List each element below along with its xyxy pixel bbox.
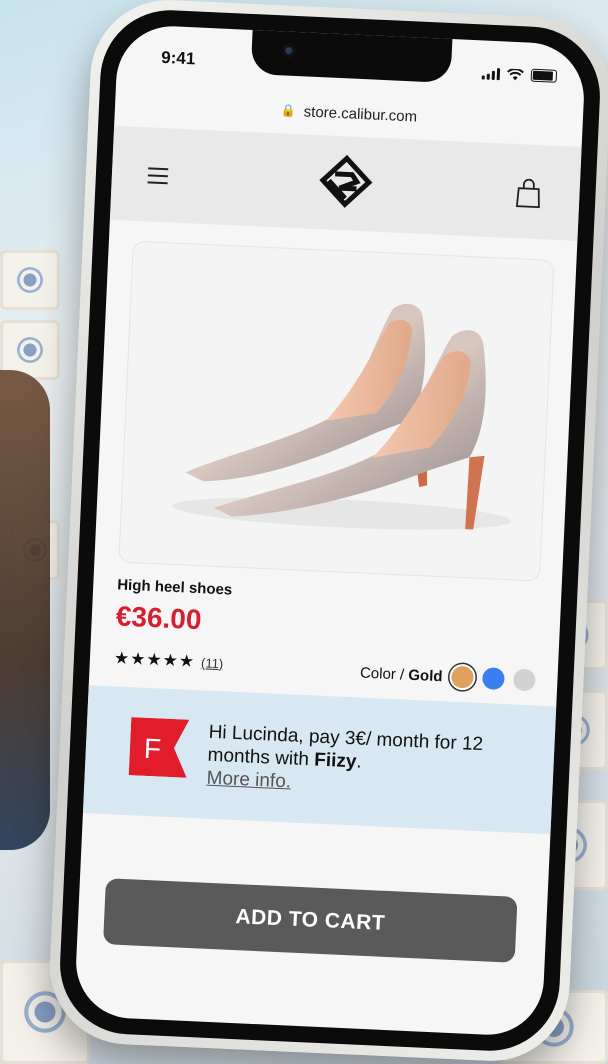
background-person [0,370,50,850]
color-swatch-grey[interactable] [512,668,536,692]
status-time: 9:41 [160,47,196,69]
phone-notch [250,27,453,84]
site-header [109,125,582,241]
fiizy-logo-icon: F [128,717,190,778]
selected-color-name: Gold [407,666,443,685]
color-swatch-blue[interactable] [481,667,505,691]
product-price: €36.00 [115,600,203,636]
status-icons [481,66,558,83]
color-picker: Color / Gold [360,662,536,692]
cellular-signal-icon [481,67,501,81]
high-heel-shoes-image [171,303,512,530]
color-label: Color / Gold [359,664,443,685]
star-rating-icon: ★★★★★ [113,648,196,672]
review-count-link[interactable]: (11) [201,655,224,671]
product-info: High heel shoes €36.00 ★★★★★ (11) Color … [89,561,562,700]
phone-screen: 9:41 🔒 store.calibur.com High heel shoes… [73,23,587,1038]
color-swatch-gold[interactable] [450,665,474,689]
lock-icon: 🔒 [280,103,297,119]
decorative-tile [0,250,60,310]
add-to-cart-button[interactable]: ADD TO CART [103,878,518,963]
front-camera [281,43,297,58]
product-image[interactable] [118,240,555,582]
battery-icon [530,68,558,83]
brand-logo-icon[interactable] [317,153,374,213]
fiizy-brand-name: Fiizy [313,749,357,773]
phone-bezel: 9:41 🔒 store.calibur.com High heel shoes… [57,7,603,1054]
product-name: High heel shoes [116,576,233,599]
hamburger-menu-icon[interactable] [147,167,169,189]
financing-message: Hi Lucinda, pay 3€/ month for 12 months … [206,721,484,794]
url-text: store.calibur.com [303,102,418,126]
shopping-bag-icon[interactable] [515,178,542,209]
phone-device: 9:41 🔒 store.calibur.com High heel shoes… [46,0,608,1064]
product-rating[interactable]: ★★★★★ (11) [114,648,224,673]
more-info-link[interactable]: More info. [206,767,291,794]
svg-text:F: F [143,733,161,765]
wifi-icon [507,68,524,81]
financing-banner: F Hi Lucinda, pay 3€/ month for 12 month… [82,685,557,835]
